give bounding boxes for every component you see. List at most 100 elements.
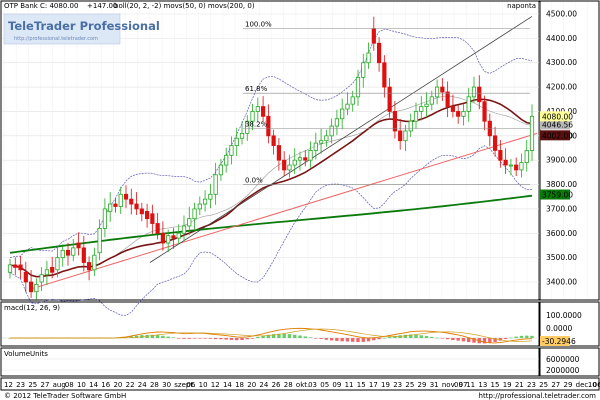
ma200-badge: 3759.00 <box>542 191 573 200</box>
candle-body <box>55 257 60 271</box>
date-tick: 15 <box>491 381 500 389</box>
macd-histogram-bar <box>356 338 360 342</box>
macd-badge: -30.2946 <box>542 337 576 346</box>
price-tick: 3800.00 <box>546 180 577 189</box>
price-tick: 3700.00 <box>546 204 577 213</box>
date-tick: 09 <box>454 381 463 389</box>
macd-histogram-bar <box>308 337 313 338</box>
candle-body <box>424 103 429 107</box>
footer-url[interactable]: http://professional.teletrader.com <box>479 392 597 400</box>
candle-body <box>118 193 123 207</box>
last-quote: C: 4080.00 <box>40 2 78 10</box>
candle-body <box>102 208 108 229</box>
date-tick: 16 <box>101 381 110 389</box>
candle-body <box>419 106 424 112</box>
bollinger-badge: 4046.56 <box>542 120 573 129</box>
macd-histogram-bar <box>403 334 408 338</box>
candle-body <box>387 86 392 112</box>
macd-histogram-bar <box>198 338 202 339</box>
macd-histogram-bar <box>314 338 318 339</box>
macd-histogram-bar <box>503 338 508 340</box>
date-tick: 26 <box>272 381 281 389</box>
chart-window: TeleTrader Professional http://professio… <box>0 0 600 400</box>
candle-body <box>340 108 345 120</box>
date-tick: 22 <box>126 381 135 389</box>
date-tick: 28 <box>150 381 159 389</box>
macd-histogram-bar <box>445 338 450 340</box>
candle-body <box>86 262 92 271</box>
date-tick: 09 <box>332 381 341 389</box>
macd-histogram-bar <box>372 338 376 341</box>
date-tick: 23 <box>16 381 25 389</box>
candle-body <box>239 132 245 139</box>
fib-level-label: 0.0% <box>245 177 263 185</box>
date-tick: 03 <box>308 381 317 389</box>
candle-body <box>392 111 398 132</box>
candle-body <box>329 125 334 137</box>
price-tick: 3500.00 <box>546 253 577 262</box>
candle-body <box>166 235 171 244</box>
price-tick: 4200.00 <box>546 83 577 92</box>
date-tick: 23 <box>527 381 536 389</box>
macd-histogram-bar <box>488 338 492 343</box>
candle-body <box>150 213 155 224</box>
macd-histogram-bar <box>208 338 213 339</box>
date-tick: 14 <box>223 381 232 389</box>
date-tick: 05 <box>320 381 329 389</box>
candle-body <box>529 115 535 151</box>
candle-body <box>81 247 86 263</box>
date-tick: 11 <box>345 381 354 389</box>
candle-body <box>260 106 266 117</box>
price-tick: 4400.00 <box>546 34 577 43</box>
macd-tick: 100.0000 <box>546 311 582 320</box>
candle-body <box>176 232 181 239</box>
macd-histogram-bar <box>203 338 207 339</box>
macd-histogram-bar <box>519 335 524 338</box>
macd-histogram-bar <box>366 338 371 342</box>
volume-panel <box>0 347 540 377</box>
candle-body <box>276 145 282 161</box>
candle-body <box>113 203 118 207</box>
macd-histogram-bar <box>261 335 265 338</box>
candle-body <box>303 157 308 161</box>
stock-chart[interactable]: TeleTrader Professional http://professio… <box>0 0 600 400</box>
candle-body <box>297 157 303 161</box>
date-tick: 21 <box>515 381 524 389</box>
candle-body <box>224 154 229 166</box>
macd-histogram-bar <box>161 335 165 338</box>
date-tick: 30 <box>162 381 171 389</box>
macd-histogram-bar <box>240 338 244 341</box>
candle-body <box>366 52 371 64</box>
candle-body <box>398 130 403 142</box>
candle-body <box>440 86 445 93</box>
copyright-text: © 2012 TeleTrader Software GmbH <box>4 392 126 400</box>
candle-body <box>471 86 477 98</box>
date-tick: 25 <box>28 381 37 389</box>
date-tick: 08 <box>65 381 74 389</box>
date-tick: 27 <box>551 381 560 389</box>
macd-histogram-bar <box>509 337 513 339</box>
candle-body <box>255 106 260 112</box>
macd-histogram-bar <box>250 338 255 339</box>
ma50-badge: 4002.00 <box>542 131 573 140</box>
candle-body <box>171 235 176 239</box>
candle-body <box>271 135 276 146</box>
candle-body <box>498 150 503 161</box>
candle-body <box>445 91 450 107</box>
period-label: napontа <box>507 2 536 10</box>
candle-body <box>65 249 71 256</box>
candle-body <box>23 271 28 283</box>
candle-body <box>44 269 50 276</box>
symbol-name: OTP Bank <box>4 2 39 10</box>
watermark-brand: TeleTrader Professional <box>8 19 160 33</box>
date-tick: 19 <box>381 381 390 389</box>
macd-histogram-bar <box>329 338 334 341</box>
macd-tick: 0.0000 <box>546 324 572 333</box>
candle-body <box>413 111 419 122</box>
candle-body <box>213 174 218 195</box>
macd-histogram-bar <box>298 335 302 338</box>
candle-body <box>155 223 160 234</box>
macd-histogram-bar <box>456 338 460 341</box>
macd-histogram-bar <box>293 334 297 338</box>
candle-body <box>134 203 139 210</box>
